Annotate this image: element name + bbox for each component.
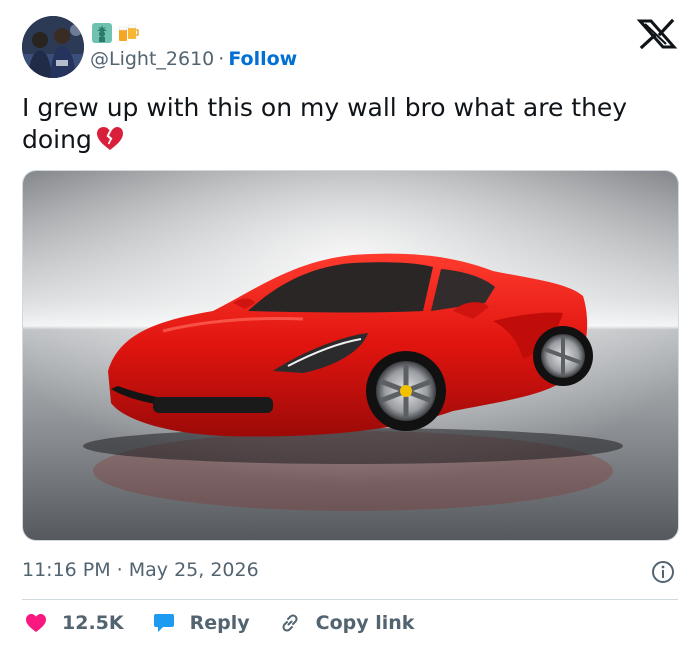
separator-dot: · — [218, 48, 225, 70]
like-count: 12.5K — [62, 612, 124, 634]
red-sports-car-photo — [23, 171, 678, 540]
like-button[interactable]: 12.5K — [24, 611, 124, 635]
profile-emoji-badges — [90, 20, 140, 46]
statue-of-liberty-icon — [92, 23, 112, 43]
author-handle[interactable]: @Light_2610 — [90, 48, 214, 70]
copy-link-label: Copy link — [315, 612, 415, 634]
copy-link-button[interactable]: Copy link — [278, 611, 415, 635]
reply-button[interactable]: Reply — [152, 611, 250, 635]
author-line: @Light_2610 · Follow — [90, 47, 297, 71]
tweet-actions: 12.5K Reply Copy link — [24, 608, 442, 638]
avatar[interactable] — [22, 16, 84, 78]
tweet-text: I grew up with this on my wall bro what … — [22, 92, 682, 156]
tweet-card: @Light_2610 · Follow I grew up with this o… — [0, 0, 700, 651]
broken-heart-icon — [96, 127, 123, 150]
divider — [22, 599, 678, 600]
x-logo-icon[interactable] — [636, 19, 678, 49]
follow-button[interactable]: Follow — [228, 48, 297, 70]
beer-mugs-icon — [118, 24, 139, 41]
link-icon — [282, 614, 298, 632]
speech-bubble-icon — [153, 614, 174, 632]
tweet-media-image[interactable] — [22, 170, 679, 541]
info-icon[interactable] — [651, 560, 675, 584]
heart-icon — [26, 614, 46, 632]
tweet-timestamp[interactable]: 11:16 PM · May 25, 2026 — [22, 559, 259, 581]
reply-label: Reply — [189, 612, 250, 634]
